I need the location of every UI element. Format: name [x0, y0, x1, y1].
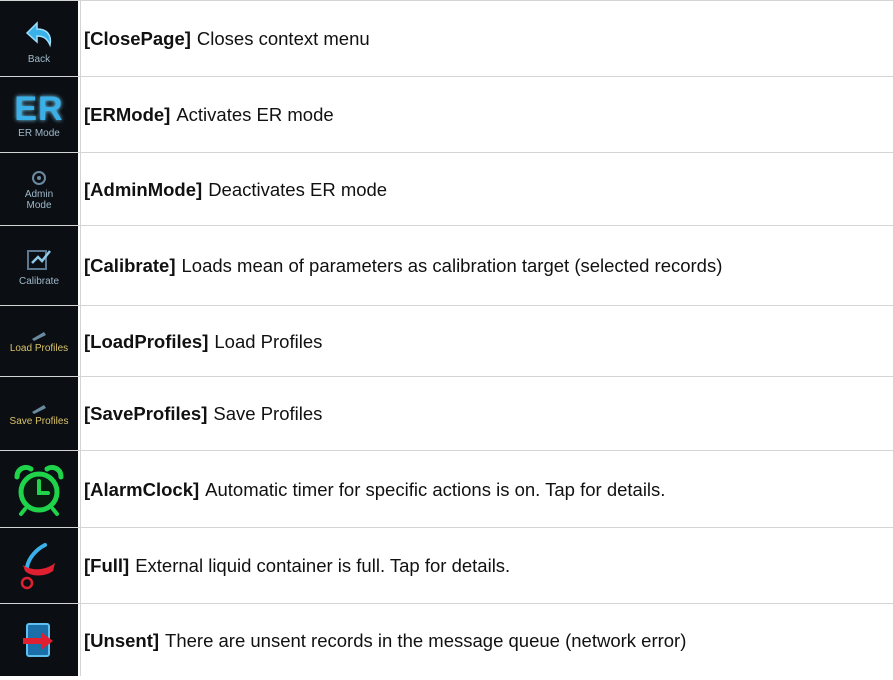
command-code: [Unsent]: [84, 629, 160, 651]
command-code: [ClosePage]: [84, 28, 191, 49]
row-text: [Full] External liquid container is full.…: [81, 528, 893, 603]
command-description: Closes context menu: [196, 28, 370, 49]
calibrate-icon: Calibrate: [0, 226, 78, 305]
admin-mode-icon: Admin Mode: [0, 153, 78, 225]
row-text: [Calibrate] Loads mean of parameters as c…: [81, 226, 893, 305]
icon-cell: ER ER Mode: [0, 77, 81, 152]
unsent-records-icon: [0, 604, 78, 676]
full-container-icon: [0, 528, 78, 603]
icon-cell: Load Profiles: [0, 306, 81, 376]
command-code: [AlarmClock]: [84, 478, 200, 500]
command-code: [AdminMode]: [84, 178, 203, 200]
legend-row-loadprofiles: Load Profiles [LoadProfiles] Load Profile…: [0, 306, 893, 377]
command-code: [Full]: [84, 555, 130, 576]
command-description: Save Profiles: [213, 403, 323, 424]
save-profiles-icon: Save Profiles: [0, 377, 78, 450]
command-code: [SaveProfiles]: [84, 403, 208, 424]
icon-label: Load Profiles: [9, 343, 69, 354]
icon-label: Back: [27, 53, 51, 65]
icon-cell: Admin Mode: [0, 153, 81, 225]
icon-cell: Calibrate: [0, 226, 81, 305]
icon-label: Save Profiles: [9, 415, 69, 427]
command-description: Loads mean of parameters as calibration …: [181, 255, 723, 276]
er-mode-icon: ER ER Mode: [0, 77, 78, 152]
row-text: [LoadProfiles] Load Profiles: [81, 306, 893, 376]
alarm-clock-icon: [0, 451, 78, 527]
legend-row-ermode: ER ER Mode [ERMode] Activates ER mode: [0, 77, 893, 153]
row-text: [SaveProfiles] Save Profiles: [81, 377, 893, 450]
row-text: [AlarmClock] Automatic timer for specific…: [81, 451, 893, 527]
er-glyph: ER: [14, 89, 64, 128]
row-text: [AdminMode] Deactivates ER mode: [81, 153, 893, 225]
command-description: Activates ER mode: [176, 104, 334, 125]
legend-row-calibrate: Calibrate [Calibrate] Loads mean of param…: [0, 226, 893, 306]
icon-label: ER Mode: [18, 127, 60, 139]
legend-row-unsent: [Unsent] There are unsent records in the …: [0, 604, 893, 676]
legend-row-saveprofiles: Save Profiles [SaveProfiles] Save Profile…: [0, 377, 893, 451]
command-description: Automatic timer for specific actions is …: [205, 478, 666, 500]
icon-cell: [0, 604, 81, 676]
command-code: [Calibrate]: [84, 255, 176, 276]
icon-label: Calibrate: [18, 275, 60, 287]
icon-cell: Back: [0, 1, 81, 76]
command-code: [LoadProfiles]: [84, 330, 209, 352]
command-description: Deactivates ER mode: [208, 178, 388, 200]
row-text: [ERMode] Activates ER mode: [81, 77, 893, 152]
legend-row-closepage: Back [ClosePage] Closes context menu: [0, 0, 893, 77]
legend-row-adminmode: Admin Mode [AdminMode] Deactivates ER mod…: [0, 153, 893, 226]
command-description: Load Profiles: [214, 330, 323, 352]
command-code: [ERMode]: [84, 104, 171, 125]
icon-legend-table: Back [ClosePage] Closes context menu ER E…: [0, 0, 893, 676]
row-text: [Unsent] There are unsent records in the …: [81, 604, 893, 676]
legend-row-full: [Full] External liquid container is full.…: [0, 528, 893, 604]
icon-cell: [0, 451, 81, 527]
load-profiles-icon: Load Profiles: [0, 306, 78, 376]
command-description: External liquid container is full. Tap f…: [135, 555, 511, 576]
legend-row-alarmclock: [AlarmClock] Automatic timer for specific…: [0, 451, 893, 528]
row-text: [ClosePage] Closes context menu: [81, 1, 893, 76]
command-description: There are unsent records in the message …: [165, 629, 687, 651]
icon-cell: [0, 528, 81, 603]
icon-cell: Save Profiles: [0, 377, 81, 450]
icon-label: Admin Mode: [24, 188, 54, 211]
back-arrow-icon: Back: [0, 1, 78, 76]
